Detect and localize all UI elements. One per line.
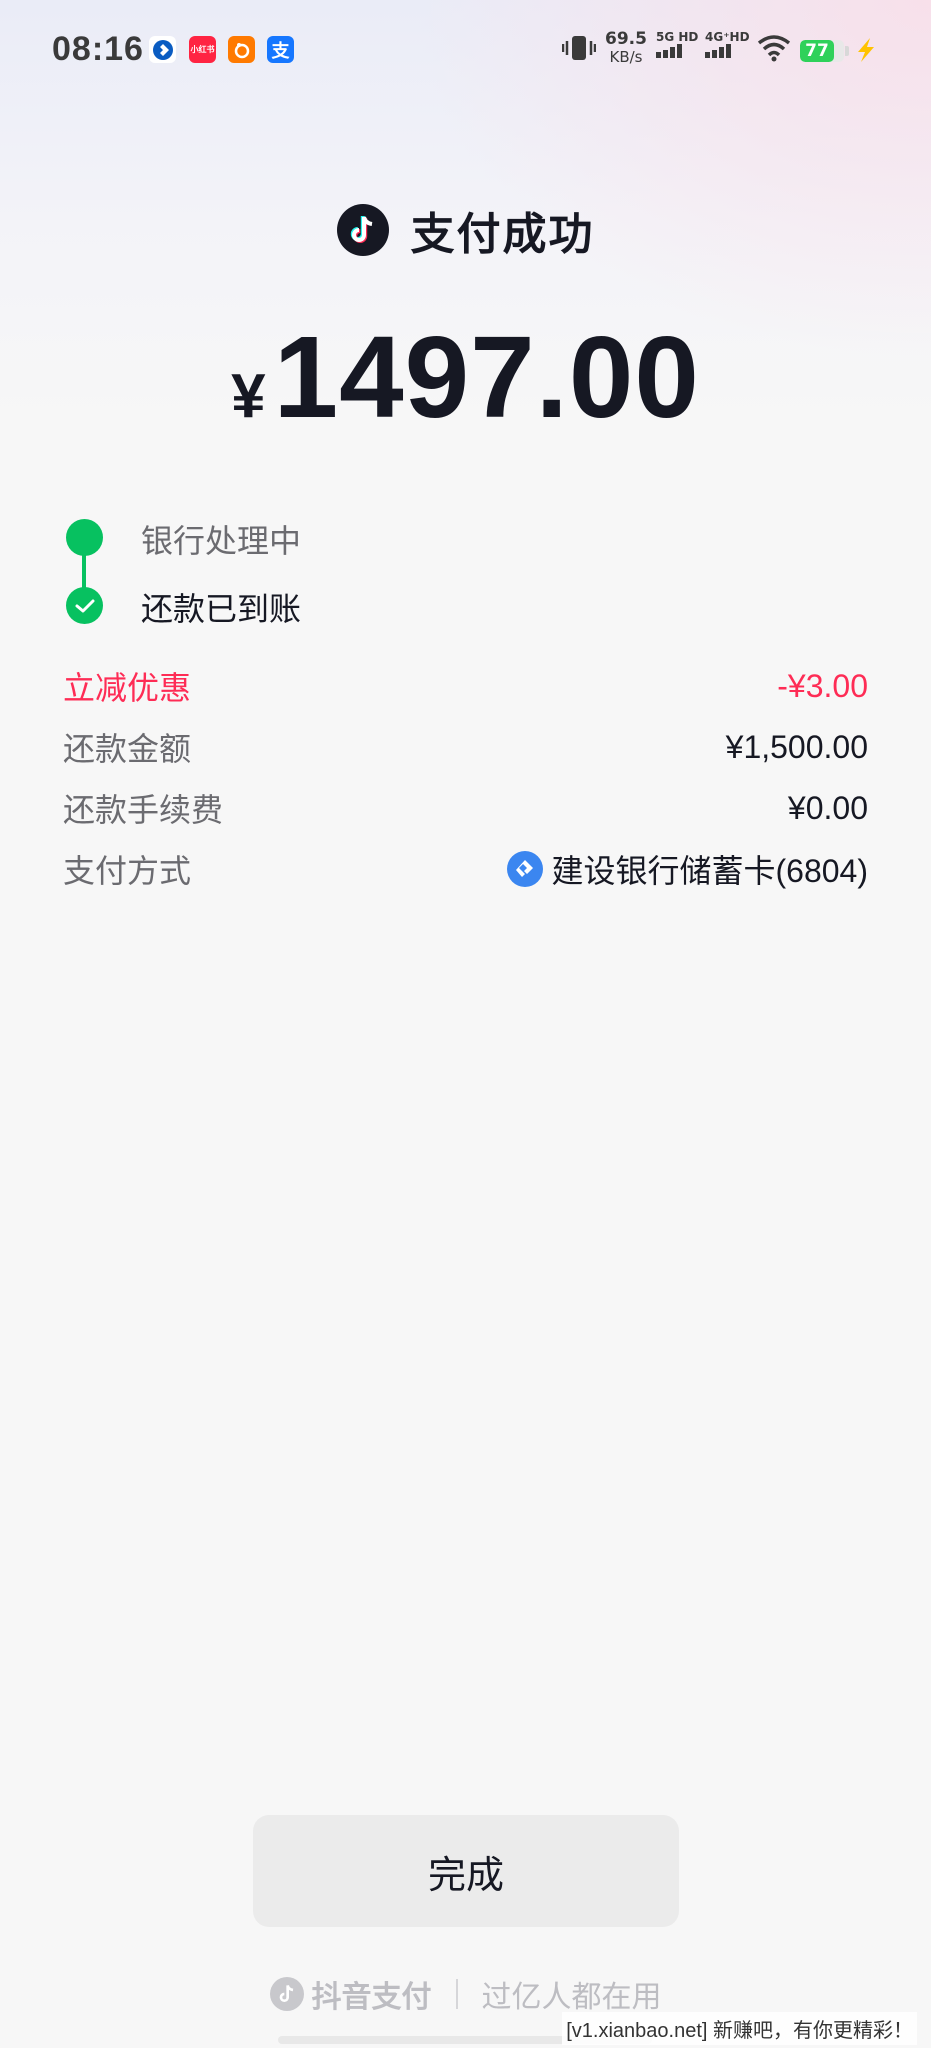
status-bar: 08:16 小红书 支 69.5 KB/s 5G HD 4G⁺HD 77 [0,0,931,100]
footer-slogan: 过亿人都在用 [481,1981,662,2014]
payment-header: 支付成功 [0,200,931,260]
done-button[interactable]: 完成 [253,1815,679,1927]
page-title: 支付成功 [410,210,595,259]
signal-bars-icon [705,44,750,58]
signal-5g: 5G HD [656,30,698,70]
amount-currency: ¥ [231,362,266,431]
discount-value: -¥3.00 [777,667,868,704]
timeline-step-processing: 银行处理中 [141,523,302,559]
footer-brand-group: 抖音支付 [269,1972,432,2016]
discount-label: 立减优惠 [63,670,192,706]
xhs-icon-text: 小红书 [190,45,215,54]
network-speed: 69.5 KB/s [604,30,648,70]
net-speed-value: 69.5 [605,29,647,49]
signal-5g-label: 5G HD [656,30,699,44]
douyin-pay-icon [269,1977,304,2011]
payment-method-label: 支付方式 [63,853,192,889]
douyin-icon [336,204,389,256]
charging-bolt-icon [852,36,880,76]
signal-bars-icon [656,44,698,58]
payment-method-text: 建设银行储蓄卡(6804) [551,853,868,889]
watermark-text: [v1.xianbao.net] 新赚吧，有你更精彩！ [562,2012,917,2045]
detail-row-payment-method: 支付方式 建设银行储蓄卡(6804) [63,846,868,892]
vibrate-icon [561,30,597,70]
fee-label: 还款手续费 [63,792,224,828]
ccb-bank-notification-icon [149,36,176,63]
wifi-icon [757,34,791,74]
signal-4g-label: 4G⁺HD [705,30,750,44]
signal-4g: 4G⁺HD [705,30,750,70]
check-icon [66,587,103,624]
status-time: 08:16 [52,30,144,68]
timeline-dot-icon [66,519,103,556]
fee-value: ¥0.00 [787,789,868,826]
payment-method-value: 建设银行储蓄卡(6804) [507,846,868,892]
payment-amount: ¥1497.00 [0,310,931,444]
detail-row-repay-amount: 还款金额 ¥1,500.00 [63,724,868,770]
xiaohongshu-notification-icon: 小红书 [189,36,216,63]
net-speed-unit: KB/s [609,48,643,66]
alipay-icon-text: 支 [271,40,290,62]
battery-level: 77 [805,41,829,61]
amount-value: 1497.00 [273,312,700,442]
repay-amount-label: 还款金额 [63,731,192,767]
footer-divider [455,1979,458,2009]
battery-tip [845,46,849,56]
ccb-bank-icon [507,851,544,887]
battery-icon: 77 [800,40,844,62]
alipay-notification-icon: 支 [267,36,294,63]
repay-amount-value: ¥1,500.00 [725,728,868,765]
detail-row-fee: 还款手续费 ¥0.00 [63,785,868,831]
mall-app-notification-icon [228,36,255,63]
footer-brand-text: 抖音支付 [311,1981,432,2014]
footer-brand: 抖音支付 过亿人都在用 [0,1972,931,2016]
detail-row-discount: 立减优惠 -¥3.00 [63,663,868,709]
timeline-step-arrived: 还款已到账 [141,591,302,627]
